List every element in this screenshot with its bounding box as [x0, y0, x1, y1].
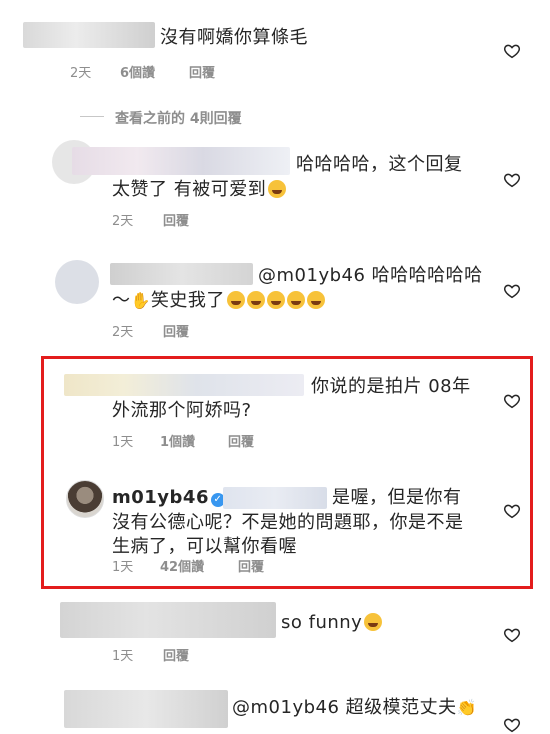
blurred-username [60, 602, 276, 638]
blurred-mention [223, 487, 327, 509]
laughing-emoji-icon [266, 291, 285, 309]
comment-text-line1: 你说的是拍片 08年 [311, 376, 471, 397]
comment-text-line2: 沒有公德心呢？不是她的問題耶，你是不是 [112, 512, 464, 533]
reply-button[interactable]: 回覆 [163, 321, 189, 340]
laughing-emoji-icon [306, 291, 325, 309]
comment-text: @m01yb46 超级模范丈夫👏 [232, 695, 477, 721]
like-count[interactable]: 42個讚 [160, 556, 204, 575]
comment-text-line1: 哈哈哈哈，这个回复 [296, 154, 463, 175]
comment-text-line2-prefix: ～ [112, 290, 131, 311]
blurred-username [64, 690, 228, 728]
comment-text-line2-text: 太赞了 有被可爱到 [112, 179, 267, 200]
reply-button[interactable]: 回覆 [163, 645, 189, 664]
blurred-username [64, 374, 304, 396]
heart-outline-icon[interactable] [503, 716, 521, 734]
comment-text: so funny [281, 610, 383, 636]
mention-link[interactable]: @m01yb46 [258, 265, 365, 286]
comment-time: 2天 [112, 325, 134, 340]
blurred-username [72, 147, 290, 175]
heart-outline-icon[interactable] [503, 392, 521, 410]
avatar[interactable] [66, 480, 104, 518]
laughing-emoji-icon [226, 291, 245, 309]
laughing-tears-emoji-icon [364, 613, 383, 631]
blurred-username [23, 22, 155, 48]
comment-text-line1: @m01yb46 哈哈哈哈哈哈 [258, 263, 483, 289]
heart-outline-icon[interactable] [503, 42, 521, 60]
thumbs-up-emoji-icon: ✋ [130, 291, 151, 310]
reply-button[interactable]: 回覆 [189, 62, 215, 81]
comment-text-line1-text: 是喔，但是你有 [332, 487, 462, 508]
comment-text-line3: 生病了，可以幫你看喔 [112, 536, 297, 557]
comment-time: 1天 [112, 560, 134, 575]
reply-button[interactable]: 回覆 [238, 556, 264, 575]
mention-link[interactable]: @m01yb46 [232, 697, 339, 718]
avatar [55, 260, 99, 304]
reply-button[interactable]: 回覆 [163, 210, 189, 229]
comment-text-line2-text: 笑史我了 [150, 290, 225, 311]
clapping-emoji-icon: 👏 [456, 698, 478, 717]
comment-text-line2: 太赞了 有被可爱到 [112, 177, 287, 203]
heart-outline-icon[interactable] [503, 171, 521, 189]
comment-time: 1天 [112, 649, 134, 664]
comment-time: 2天 [112, 214, 134, 229]
heart-outline-icon[interactable] [503, 502, 521, 520]
comment-text-line1: m01yb46 ✓ [112, 485, 227, 511]
reply-button[interactable]: 回覆 [228, 431, 254, 450]
comment-text-line1-text: 哈哈哈哈哈哈 [371, 265, 483, 286]
comment-text-line2: 外流那个阿娇吗? [112, 400, 252, 421]
like-count[interactable]: 1個讚 [160, 431, 195, 450]
heart-outline-icon[interactable] [503, 282, 521, 300]
username-link[interactable]: m01yb46 [112, 487, 209, 508]
heart-outline-icon[interactable] [503, 626, 521, 644]
view-previous-replies-button[interactable]: 查看之前的 4則回覆 [115, 108, 242, 128]
like-count[interactable]: 6個讚 [120, 62, 155, 81]
comment-text: 沒有啊嬌你算條毛 [160, 27, 308, 48]
comment-text-line2: ～✋笑史我了 [112, 288, 325, 314]
comment-time: 2天 [70, 66, 92, 81]
laughing-emoji-icon [246, 291, 265, 309]
comment-text-value: so funny [281, 612, 363, 633]
laughing-emoji-icon [268, 180, 287, 198]
comment-time: 1天 [112, 435, 134, 450]
blurred-username [110, 263, 253, 285]
divider [80, 116, 104, 117]
laughing-emoji-icon [286, 291, 305, 309]
comment-text-value: 超级模范丈夫 [345, 697, 457, 718]
